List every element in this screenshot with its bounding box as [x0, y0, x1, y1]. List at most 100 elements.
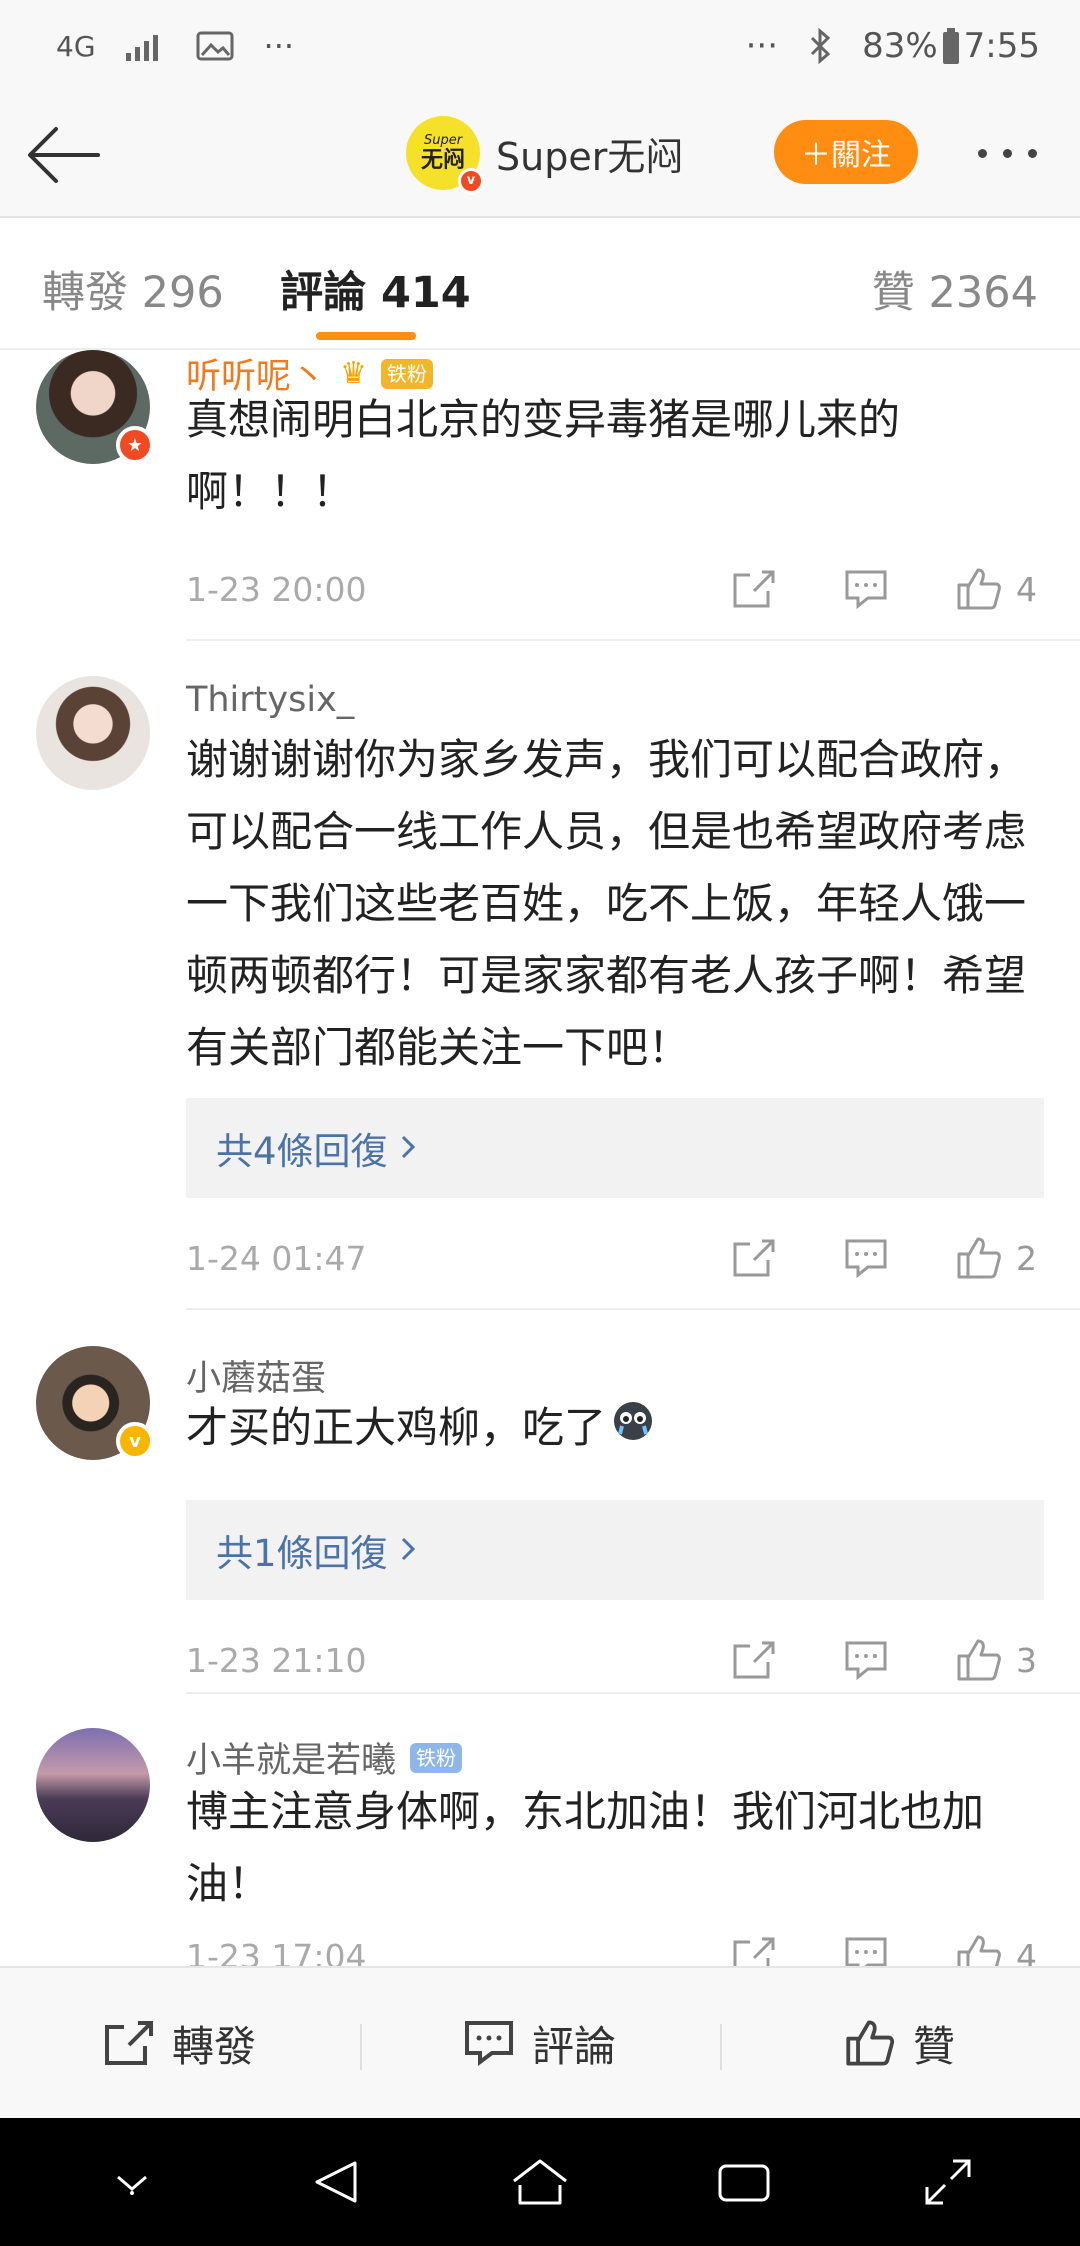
share-icon[interactable] — [732, 1936, 776, 1966]
comment-icon — [464, 2021, 513, 2066]
comment-text: 真想闹明白北京的变异毒猪是哪儿来的啊！！！ — [186, 395, 901, 516]
more-notifications: ··· — [263, 27, 295, 65]
view-replies-button[interactable]: 共1條回復 — [186, 1500, 1044, 1600]
thumbs-up-icon — [846, 2020, 895, 2066]
avatar[interactable]: v — [36, 1346, 154, 1460]
comment-item: ★ 听听呢丶 ♛ 铁粉 真想闹明白北京的变异毒猪是哪儿来的啊！！！ 1-23 2… — [0, 350, 1080, 641]
status-dots: ··· — [745, 26, 779, 66]
comment-label: 評論 — [531, 2021, 616, 2071]
comment-time: 1-24 01:47 — [186, 1238, 367, 1278]
active-tab-indicator — [316, 332, 416, 340]
profile-name[interactable]: Super无闷 — [496, 126, 683, 181]
comment-list[interactable]: ★ 听听呢丶 ♛ 铁粉 真想闹明白北京的变异毒猪是哪儿来的啊！！！ 1-23 2… — [0, 350, 1080, 1966]
back-nav-button[interactable] — [286, 2142, 386, 2222]
like-count: 2 — [1016, 1238, 1037, 1278]
like-button[interactable]: 2 — [956, 1236, 1037, 1280]
comment-meta: 1-23 20:00 4 — [186, 559, 1044, 619]
hide-keyboard-button[interactable] — [82, 2142, 182, 2222]
recents-icon — [718, 2164, 770, 2202]
verified-icon: v — [116, 1422, 154, 1460]
like-count: 4 — [1016, 569, 1037, 609]
follow-button[interactable]: ＋關注 — [774, 120, 918, 184]
bottom-toolbar: 轉發 評論 贊 — [0, 1966, 1080, 2118]
comment-meta: 1-24 01:47 2 — [186, 1228, 1044, 1288]
app-header: Super 无闷 v Super无闷 ＋關注 — [0, 92, 1080, 218]
tab-bar: 轉發 296 評論 414 贊 2364 — [0, 218, 1080, 350]
recents-nav-button[interactable] — [694, 2142, 794, 2222]
replies-count: 共4條回復 — [216, 1130, 388, 1173]
back-arrow-icon — [28, 127, 100, 183]
comment-time: 1-23 17:04 — [186, 1936, 367, 1967]
chevron-right-icon — [400, 1127, 416, 1170]
home-nav-button[interactable] — [490, 2142, 590, 2222]
verified-icon: v — [458, 168, 484, 194]
repost-icon — [104, 2021, 153, 2065]
comment-meta: 1-23 17:04 4 — [186, 1926, 1044, 1966]
comment-icon[interactable] — [844, 1936, 888, 1966]
fan-badge: 铁粉 — [410, 1742, 463, 1773]
like-button[interactable]: 4 — [956, 567, 1037, 611]
like-post-button[interactable]: 贊 — [720, 1968, 1080, 2118]
expand-nav-button[interactable] — [898, 2142, 998, 2222]
tab-reposts[interactable]: 轉發 296 — [42, 258, 224, 320]
username-text: Thirtysix_ — [186, 680, 355, 720]
profile-avatar[interactable]: Super 无闷 v — [406, 116, 484, 194]
comment-time: 1-23 21:10 — [186, 1640, 367, 1680]
share-icon[interactable] — [732, 1238, 776, 1278]
comment-time: 1-23 20:00 — [186, 569, 367, 609]
back-triangle-icon — [315, 2161, 357, 2203]
chevron-down-icon — [117, 2175, 147, 2195]
username[interactable]: Thirtysix_ — [186, 680, 354, 720]
repost-label: 轉發 — [171, 2021, 256, 2071]
like-count: 3 — [1016, 1640, 1037, 1680]
battery-icon — [942, 28, 960, 64]
share-icon[interactable] — [732, 569, 776, 609]
share-icon[interactable] — [732, 1640, 776, 1680]
replies-count: 共1條回復 — [216, 1532, 388, 1575]
comment-icon[interactable] — [844, 1640, 888, 1680]
comment-text: 才买的正大鸡柳，吃了 — [186, 1403, 607, 1452]
repost-button[interactable]: 轉發 — [0, 1968, 360, 2118]
comment-item: v 小蘑菇蛋 才买的正大鸡柳，吃了 共1條回復 1-23 21:10 3 — [0, 1312, 1080, 1694]
thumbs-up-icon — [957, 568, 1001, 610]
avatar[interactable]: ★ — [36, 350, 154, 464]
image-icon — [196, 31, 234, 61]
like-button[interactable]: 3 — [956, 1638, 1037, 1682]
comment-button[interactable]: 評論 — [360, 1968, 720, 2118]
battery-percent: 83% — [862, 26, 938, 66]
system-nav-bar — [0, 2118, 1080, 2246]
back-button[interactable] — [26, 118, 106, 192]
home-icon — [513, 2159, 567, 2205]
network-label: 4G — [56, 29, 96, 63]
like-count: 4 — [1016, 1936, 1037, 1967]
bluetooth-icon — [808, 28, 832, 64]
more-options-icon[interactable] — [978, 138, 1052, 168]
chevron-right-icon — [400, 1529, 416, 1572]
thumbs-up-icon — [957, 1237, 1001, 1279]
thumbs-up-icon — [957, 1935, 1001, 1966]
avatar-text-top: Super — [423, 132, 463, 148]
comment-body: 才买的正大鸡柳，吃了 — [186, 1392, 1046, 1464]
avatar-text-bottom: 无闷 — [420, 147, 465, 174]
comment-icon[interactable] — [844, 1238, 888, 1278]
like-label: 贊 — [912, 2021, 955, 2071]
comment-item: Thirtysix_ 谢谢谢谢你为家乡发声，我们可以配合政府，可以配合一线工作人… — [0, 642, 1080, 1310]
vip-badge-icon: ★ — [116, 426, 154, 464]
comment-item: 小羊就是若曦 铁粉 博主注意身体啊，东北加油！我们河北也加油！ 1-23 17:… — [0, 1694, 1080, 1966]
comment-text: 谢谢谢谢你为家乡发声，我们可以配合政府，可以配合一线工作人员，但是也希望政府考虑… — [186, 735, 1027, 1072]
view-replies-button[interactable]: 共4條回復 — [186, 1098, 1044, 1198]
thumbs-up-icon — [957, 1639, 1001, 1681]
expand-icon — [925, 2159, 971, 2205]
tab-comments[interactable]: 評論 414 — [280, 258, 471, 320]
clock: 7:55 — [963, 26, 1040, 66]
comment-meta: 1-23 21:10 3 — [186, 1630, 1044, 1690]
avatar[interactable] — [36, 676, 150, 790]
crying-emoji-icon — [612, 1392, 654, 1464]
status-bar: 4G ··· ··· 83% 7:55 — [0, 0, 1080, 92]
avatar[interactable] — [36, 1728, 150, 1842]
like-button[interactable]: 4 — [956, 1934, 1037, 1966]
signal-icon — [125, 31, 166, 61]
comment-icon[interactable] — [844, 569, 888, 609]
tab-likes[interactable]: 贊 2364 — [872, 258, 1038, 320]
profile-link[interactable]: Super 无闷 v Super无闷 — [406, 116, 683, 194]
